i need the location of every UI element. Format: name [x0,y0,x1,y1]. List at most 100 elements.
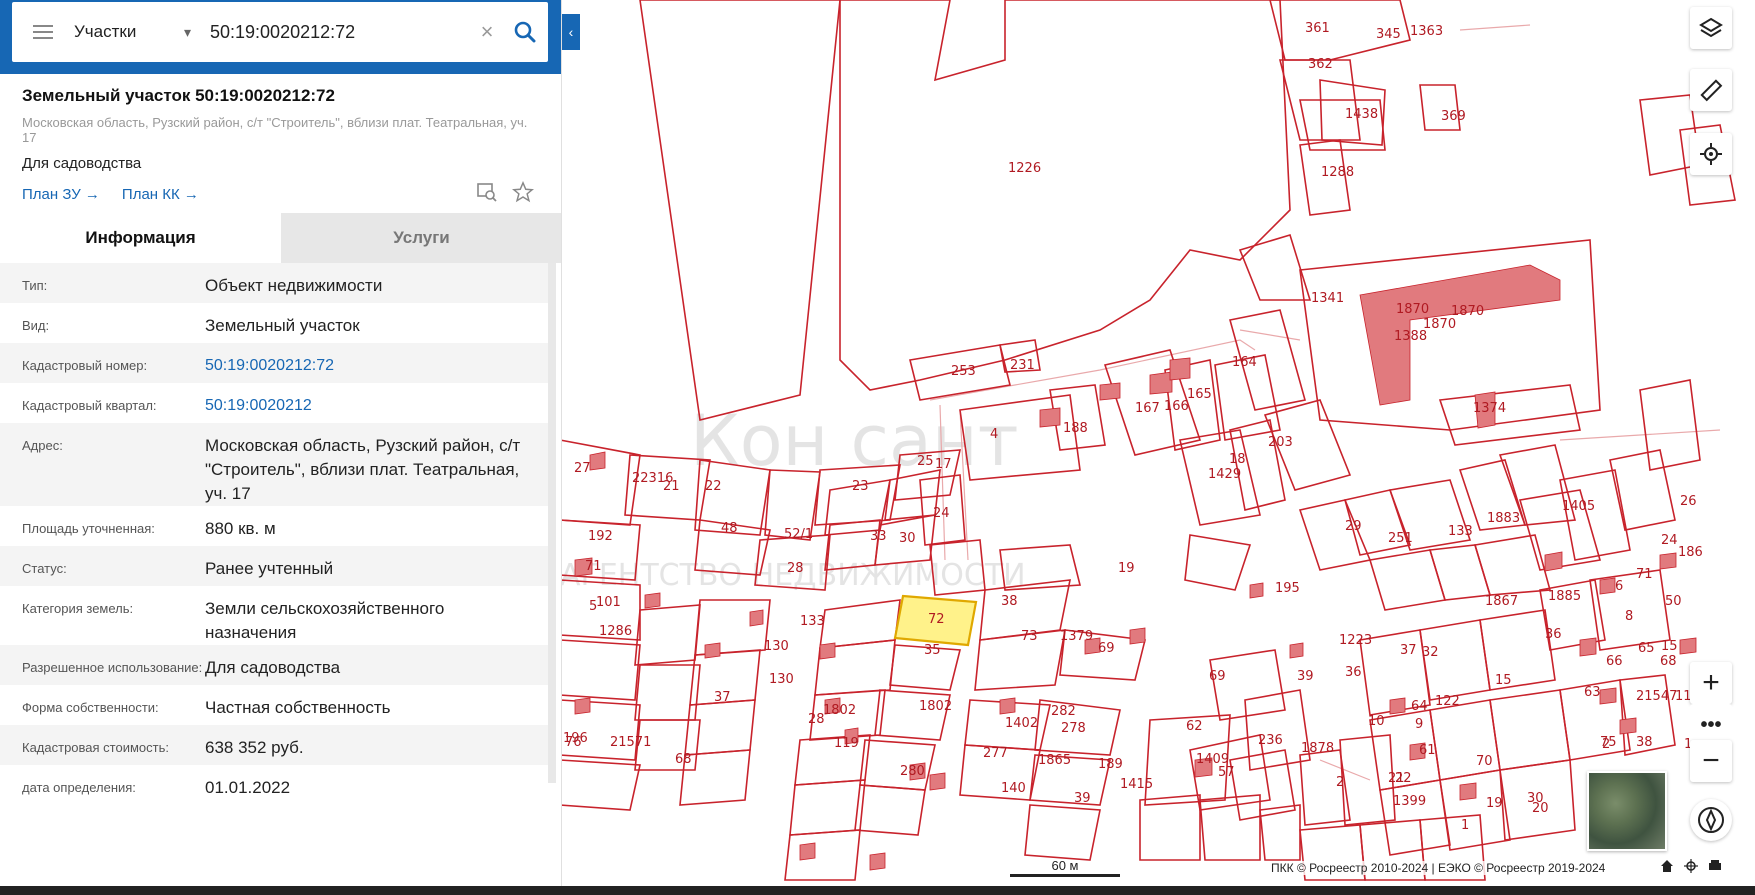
locate-button[interactable] [1690,133,1732,175]
parcel-boundary [639,0,841,421]
parcel-number-label: 1379 [1060,629,1093,644]
parcel-number-label: 1363 [1410,24,1443,39]
parcel-number-label: 2 [1336,775,1344,790]
parcel-number-label: 1402 [1005,716,1038,731]
building [1289,642,1304,659]
parcel-number-label: 122 [1435,694,1460,709]
parcel-number-label: 39 [1297,669,1314,684]
building [1129,627,1146,645]
parcel-boundary [854,784,926,836]
scrollbar[interactable] [548,263,556,783]
parcel-number-label: 36 [1545,627,1562,642]
zoom-in-button[interactable]: + [1690,662,1732,704]
compass-button[interactable] [1690,799,1732,841]
parcel-number-label: 280 [900,764,925,779]
find-on-map-icon[interactable] [476,181,498,208]
parcel-number-label: 15 [1495,673,1512,688]
parcel-number-label: 22 [705,479,722,494]
parcel-number-label: 33 [870,529,887,544]
parcel-number-label: 24 [933,506,950,521]
compass-icon [1698,807,1724,833]
parcel-boundary [559,759,641,811]
collapse-panel-button[interactable]: ‹ [562,14,580,50]
parcel-number-label: 253 [951,364,976,379]
building [1679,637,1697,655]
building [869,852,886,871]
property-value: Земельный участок [205,316,360,335]
parcel-number-label: 2 [1602,737,1610,752]
parcel-number-label: 188 [1063,421,1088,436]
clear-icon[interactable]: × [472,19,502,45]
parcel-number-label: 26 [1680,494,1697,509]
parcel-boundary [839,0,1291,391]
parcel-number-label: 38 [1001,594,1018,609]
parcel-number-label: 1802 [919,699,952,714]
object-purpose: Для садоводства [22,155,142,172]
layers-button[interactable] [1690,7,1732,49]
property-key: Вид: [22,318,50,333]
parcel-number-label: 15 [1661,639,1678,654]
parcel-number-label: 50 [1665,594,1682,609]
parcel-number-label: 21 [663,479,680,494]
parcel-number-label: 1867 [1485,594,1518,609]
selected-parcel[interactable]: 72 [893,594,978,647]
plan-zu-link[interactable]: План ЗУ → [22,186,100,203]
parcel-number-label: 48 [721,521,738,536]
more-icon: ••• [1700,713,1722,736]
parcel-number-label: 101 [596,595,621,610]
property-row: Кадастровый квартал: 50:19:0020212 [0,383,548,423]
parcel-number-label: 61 [1419,743,1436,758]
parcel-number-label: 38 [1636,735,1653,750]
locate-small-icon[interactable] [1684,859,1698,878]
bottom-icons [1660,859,1722,878]
building [1599,577,1616,595]
parcel-number-label: 236 [1258,733,1283,748]
road-line [1319,759,1371,781]
hamburger-menu-icon[interactable] [12,25,74,39]
zoom-out-button[interactable]: − [1690,740,1732,782]
building [999,697,1016,715]
building [1459,782,1477,801]
parcel-number-label: 17 [935,457,952,472]
parcel-number-label: 369 [1441,109,1466,124]
parcel-boundary [1184,534,1252,591]
parcel-number-label: 68 [675,752,692,767]
search-type-select[interactable]: Участки [74,22,184,42]
parcel-number-label: 9 [1415,717,1423,732]
ruler-button[interactable] [1690,69,1732,111]
home-icon[interactable] [1660,859,1674,878]
search-input[interactable] [210,21,472,43]
chevron-down-icon[interactable]: ▾ [184,24,210,41]
parcel-number-label: 62 [1186,719,1203,734]
print-icon[interactable] [1708,859,1722,878]
parcel-number-label: 1865 [1038,753,1071,768]
property-value-link[interactable]: 50:19:0020212 [205,383,526,418]
parcel-boundary [559,639,641,701]
plan-kk-link[interactable]: План КК → [122,186,199,203]
tab-info[interactable]: Информация [0,213,281,263]
building [644,592,661,609]
property-value: Для садоводства [205,658,341,677]
parcel-number-label: 68 [1660,654,1677,669]
parcel-boundary [1368,549,1447,611]
star-icon[interactable] [511,180,535,208]
property-key: Форма собственности: [22,700,159,715]
tab-services[interactable]: Услуги [281,213,561,263]
parcel-number-label: 37 [714,690,731,705]
parcel-number-label: 278 [1061,721,1086,736]
parcel-number-label: 361 [1305,21,1330,36]
property-key: Кадастровый номер: [22,358,148,373]
search-icon[interactable] [502,12,548,52]
search-box: Участки ▾ × [12,2,548,62]
building [1389,697,1406,715]
satellite-minimap[interactable] [1587,771,1667,851]
property-key: Разрешенное использование: [22,660,203,675]
parcel-number-label: 277 [983,746,1008,761]
parcel-number-label: 39 [1074,791,1091,806]
parcel-number-label: 69 [1209,669,1226,684]
parcel-number-label: 52/1 [784,527,813,542]
property-value-link[interactable]: 50:19:0020212:72 [205,343,526,378]
parcel-number-label: 345 [1376,27,1401,42]
parcel-number-label: 251 [1388,531,1413,546]
parcel-number-label: 69 [1098,641,1115,656]
